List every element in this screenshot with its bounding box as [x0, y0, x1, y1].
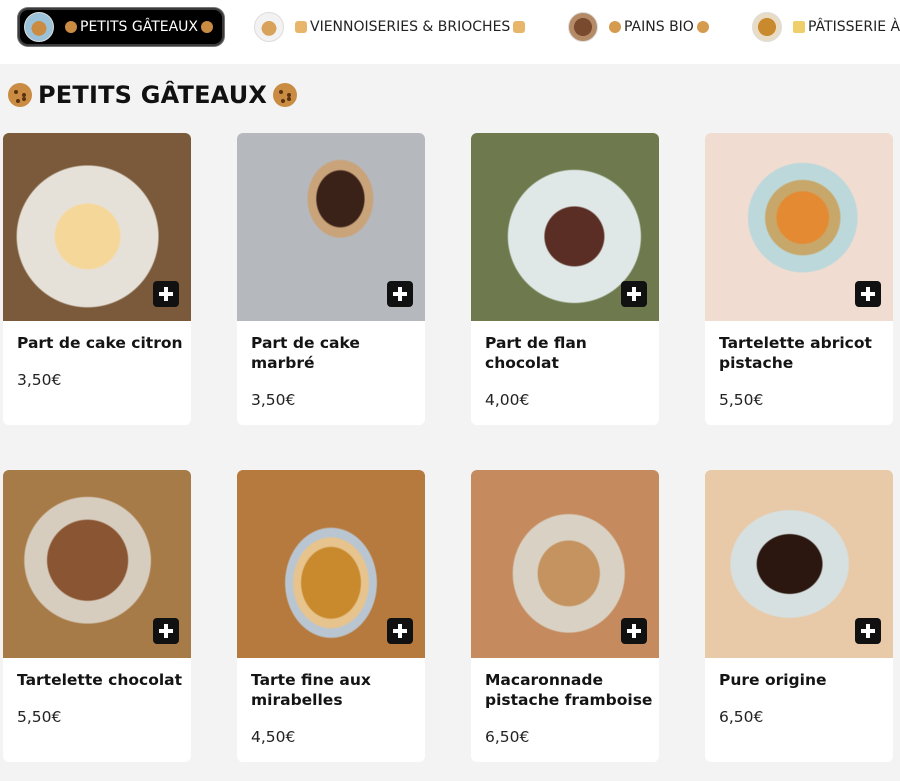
add-to-cart-button[interactable] — [153, 281, 179, 307]
product-name: Macaronnade pistache framboise — [485, 671, 653, 709]
add-to-cart-button[interactable] — [855, 618, 881, 644]
product-price: 4,00€ — [485, 391, 530, 409]
product-name: Pure origine — [719, 671, 827, 689]
baguette-icon — [694, 18, 712, 36]
product-card[interactable]: Tartelette abricot pistache 5,50€ — [705, 133, 893, 425]
product-card[interactable]: Tartelette chocolat 5,50€ — [3, 470, 191, 762]
category-label: PAINS BIO — [624, 19, 694, 35]
product-card[interactable]: Macaronnade pistache framboise 6,50€ — [471, 470, 659, 762]
section-title: PETITS GÂTEAUX — [2, 80, 303, 110]
add-to-cart-button[interactable] — [387, 618, 413, 644]
product-price: 5,50€ — [719, 391, 764, 409]
baguette-icon — [606, 18, 624, 36]
category-thumbnail — [568, 12, 598, 42]
category-tab-patisserie[interactable]: PÂTISSERIE À — [748, 8, 900, 46]
cookie-icon — [201, 21, 214, 33]
product-card[interactable]: Part de cake citron 3,50€ — [3, 133, 191, 425]
cookie-icon — [273, 83, 298, 107]
product-name: Tarte fine aux mirabelles — [251, 671, 371, 709]
product-price: 6,50€ — [485, 728, 530, 746]
category-label: VIENNOISERIES & BRIOCHES — [310, 19, 511, 35]
product-price: 4,50€ — [251, 728, 296, 746]
add-to-cart-button[interactable] — [855, 281, 881, 307]
product-price: 5,50€ — [17, 708, 62, 726]
product-name: Tartelette chocolat — [17, 671, 183, 689]
add-to-cart-button[interactable] — [621, 281, 647, 307]
category-label: PÂTISSERIE À — [808, 19, 900, 35]
section-title-text: PETITS GÂTEAUX — [38, 81, 268, 109]
product-name: Part de cake marbré — [251, 334, 360, 372]
category-thumbnail — [24, 12, 54, 42]
cake-icon — [793, 21, 805, 33]
category-tab-pains-bio[interactable]: PAINS BIO — [564, 8, 724, 46]
cookie-icon — [8, 83, 32, 107]
product-name: Tartelette abricot pistache — [719, 334, 872, 372]
add-to-cart-button[interactable] — [387, 281, 413, 307]
category-tab-petits-gateaux[interactable]: PETITS GÂTEAUX — [18, 8, 224, 46]
product-card[interactable]: Pure origine 6,50€ — [705, 470, 893, 762]
add-to-cart-button[interactable] — [153, 618, 179, 644]
category-tab-viennoiseries[interactable]: VIENNOISERIES & BRIOCHES — [250, 8, 540, 46]
category-thumbnail — [254, 12, 284, 42]
category-label: PETITS GÂTEAUX — [80, 19, 199, 35]
product-card[interactable]: Part de flan chocolat 4,00€ — [471, 133, 659, 425]
product-name: Part de cake citron — [17, 334, 183, 352]
category-thumbnail — [752, 12, 782, 42]
category-nav: PETITS GÂTEAUX VIENNOISERIES & BRIOCHES … — [0, 0, 900, 64]
product-price: 3,50€ — [251, 391, 296, 409]
add-to-cart-button[interactable] — [621, 618, 647, 644]
cookie-icon — [65, 21, 77, 33]
bread-icon — [295, 21, 307, 33]
product-price: 3,50€ — [17, 371, 62, 389]
product-price: 6,50€ — [719, 708, 764, 726]
bread-icon — [513, 21, 526, 33]
product-name: Part de flan chocolat — [485, 334, 587, 372]
product-card[interactable]: Part de cake marbré 3,50€ — [237, 133, 425, 425]
product-card[interactable]: Tarte fine aux mirabelles 4,50€ — [237, 470, 425, 762]
